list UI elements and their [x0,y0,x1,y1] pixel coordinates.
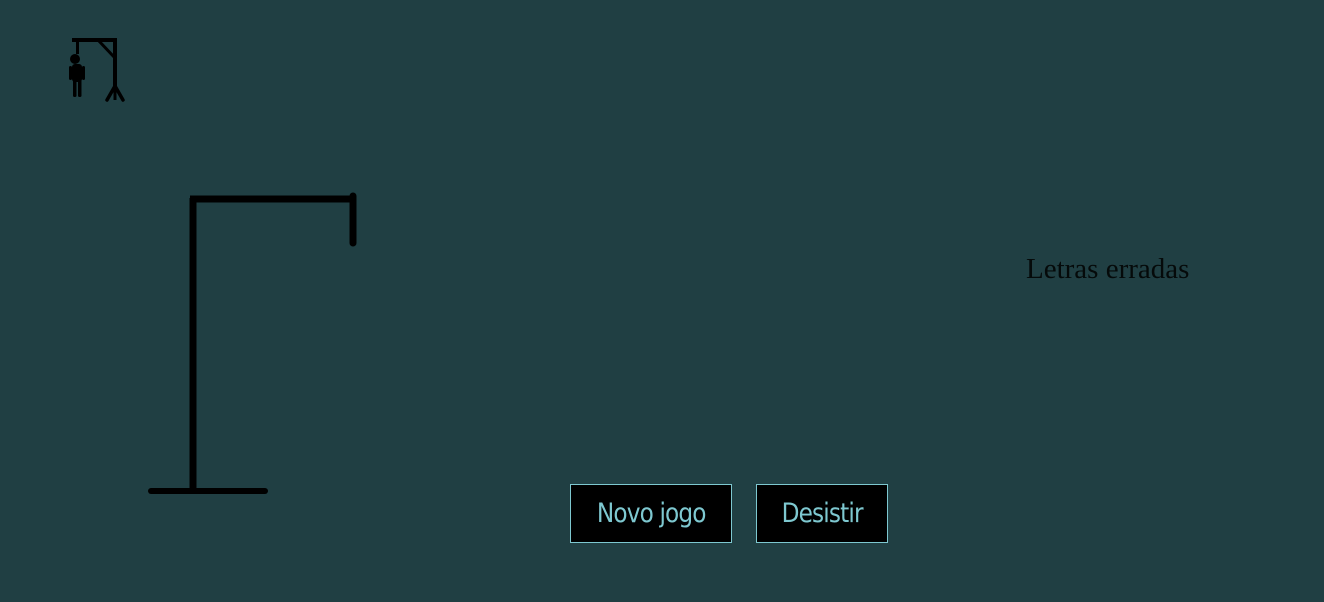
new-game-button-label: Novo jogo [596,498,707,529]
wrong-letters-panel: Letras erradas [1026,253,1286,296]
hangman-logo-icon[interactable] [64,36,128,104]
gallows-drawing [146,192,362,497]
give-up-button[interactable]: Desistir [756,484,888,543]
new-game-button[interactable]: Novo jogo [570,484,732,543]
wrong-letters-title: Letras erradas [1026,253,1190,285]
give-up-button-label: Desistir [781,498,863,529]
